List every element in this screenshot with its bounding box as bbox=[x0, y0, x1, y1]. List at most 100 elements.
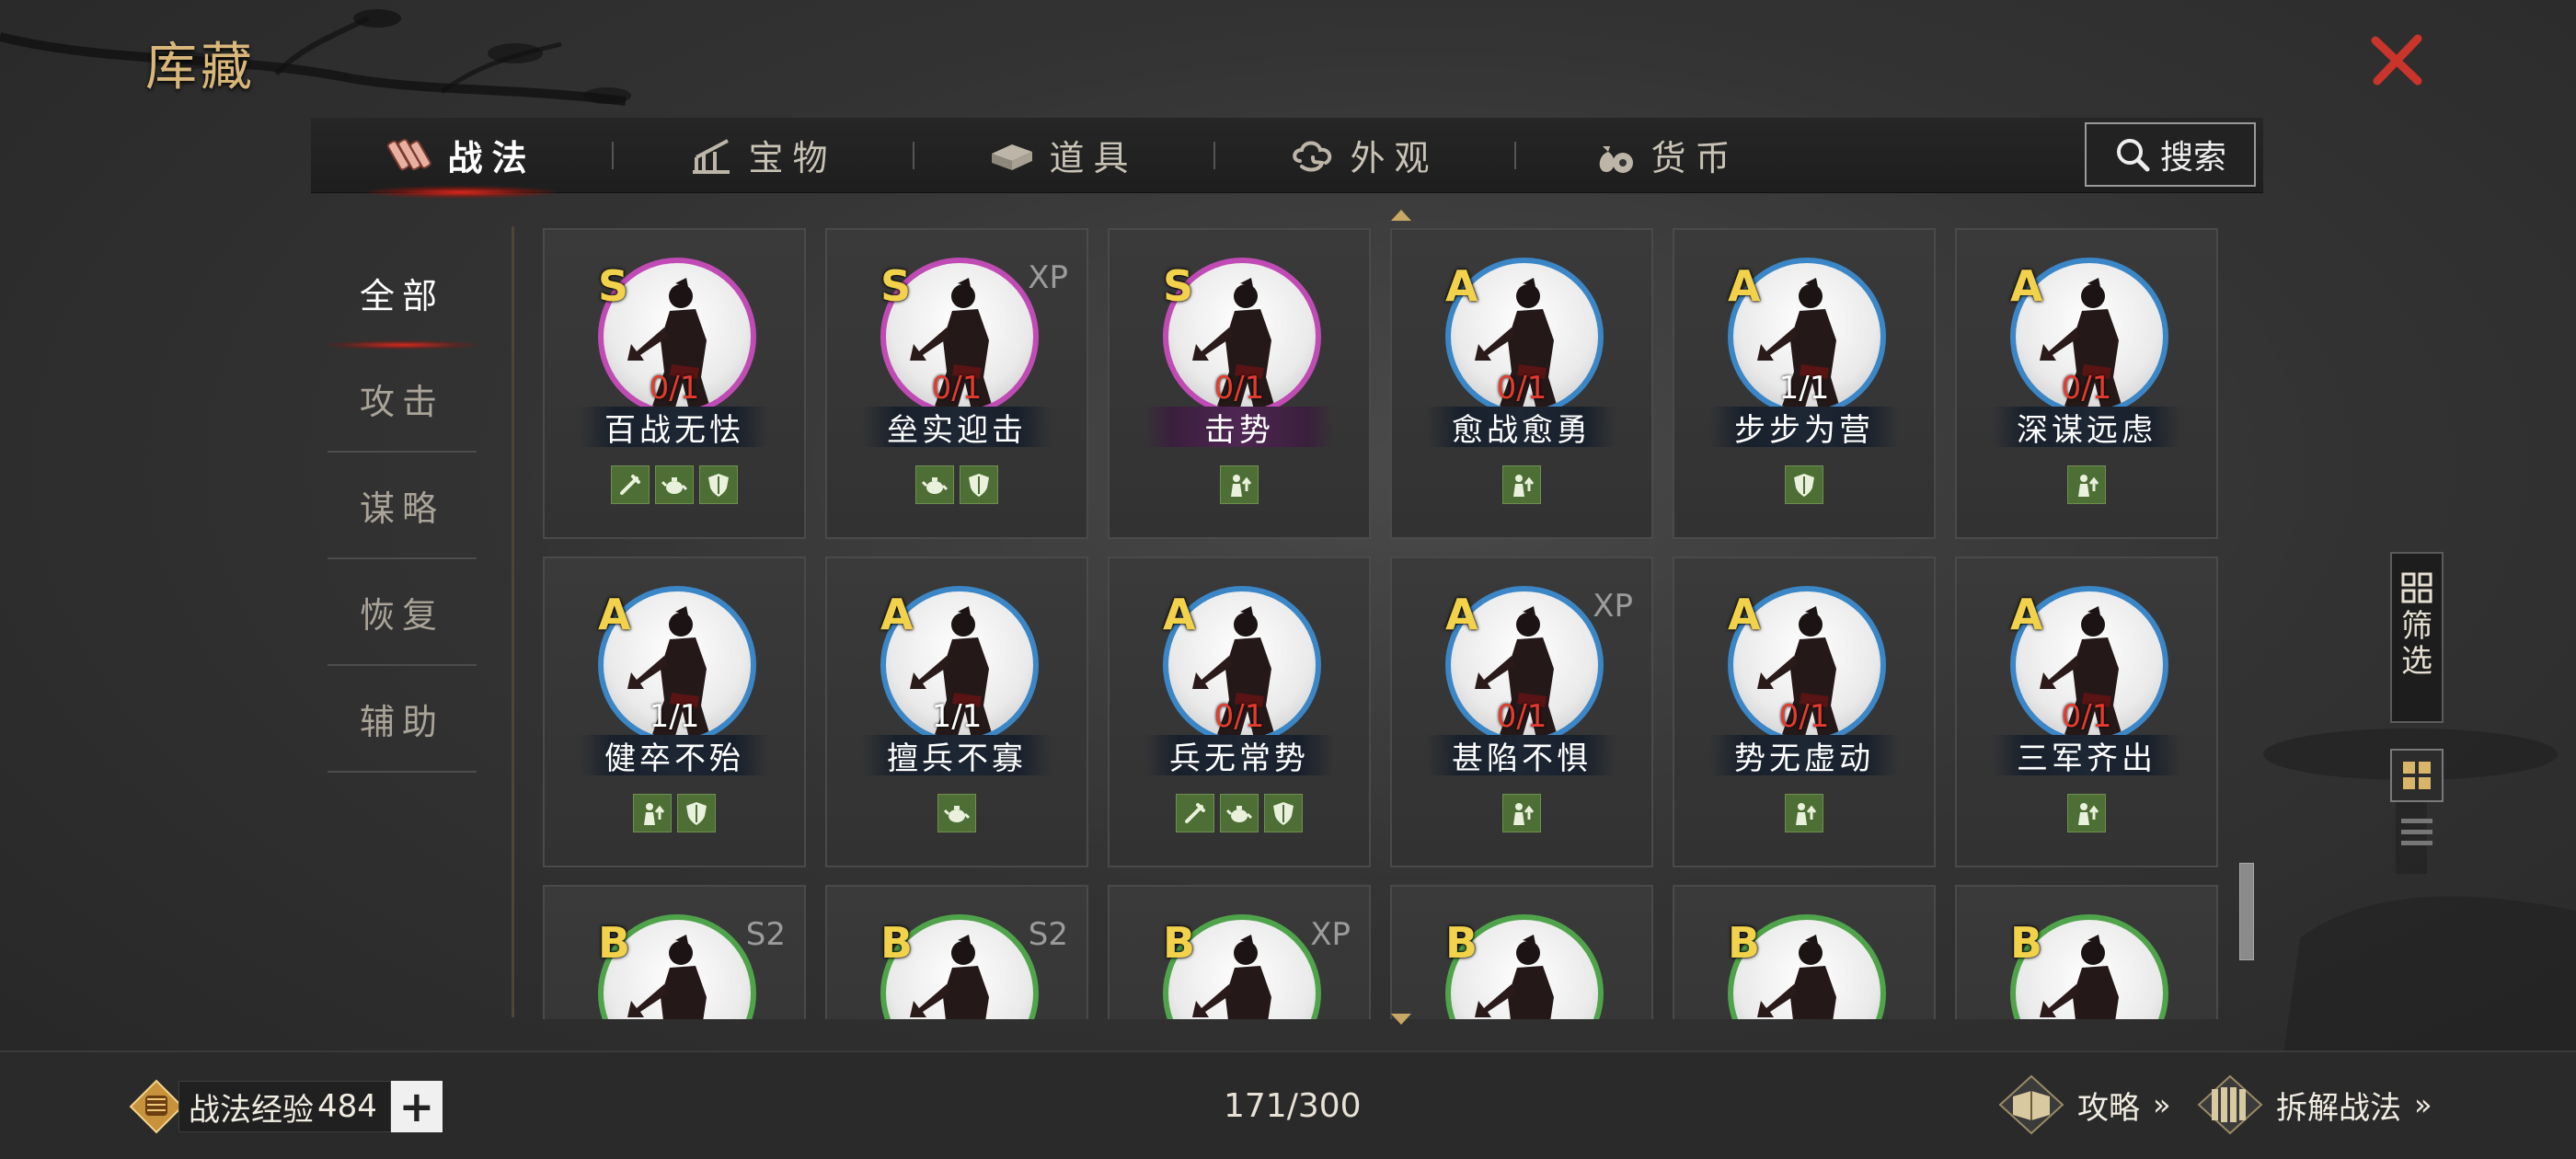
tactics-grid-viewport[interactable]: S 0/1 百战无怯 S XP 0/1 垒实迎击 S 0/1 击势 A 0/1 愈战愈勇 A 1/1 步步为营… bbox=[543, 228, 2226, 1019]
category-attack[interactable]: 攻击 bbox=[328, 346, 477, 453]
tactics-capacity: 171/300 bbox=[1224, 1087, 1362, 1125]
soldier-up-icon bbox=[633, 794, 672, 832]
category-label: 全部 bbox=[359, 275, 444, 316]
effect-badges bbox=[1110, 794, 1369, 832]
tactic-card[interactable]: A 0/1 兵无常势 bbox=[1108, 557, 1371, 867]
chest-icon bbox=[992, 143, 1033, 170]
tactic-name: 健卒不殆 bbox=[604, 740, 744, 777]
teapot-icon bbox=[1220, 794, 1259, 832]
sword-icon bbox=[1176, 794, 1214, 832]
tactic-card[interactable]: B bbox=[1955, 885, 2218, 1019]
tactic-card[interactable]: A XP 0/1 甚陷不惧 bbox=[1390, 557, 1653, 867]
effect-badges bbox=[827, 465, 1087, 504]
scrollbar-thumb[interactable] bbox=[2239, 863, 2254, 960]
grade-badge: A bbox=[1728, 261, 1761, 311]
tactic-card[interactable]: B bbox=[1673, 885, 1936, 1019]
owned-count: 0/1 bbox=[1496, 370, 1547, 407]
tactic-card[interactable]: A 0/1 势无虚动 bbox=[1673, 557, 1936, 867]
teapot-icon bbox=[655, 465, 694, 504]
cloud-swirl-icon bbox=[1293, 141, 1332, 171]
season-tag: S2 bbox=[1028, 916, 1068, 953]
page-title: 库藏 bbox=[145, 38, 256, 98]
effect-badges bbox=[1674, 465, 1934, 504]
tactic-card[interactable]: B S2 bbox=[825, 885, 1088, 1019]
grade-badge: S bbox=[880, 261, 912, 311]
tab-treasure[interactable]: 宝物 bbox=[612, 118, 913, 193]
owned-count: 0/1 bbox=[2061, 698, 2112, 735]
owned-count: 1/1 bbox=[1778, 370, 1830, 407]
category-label: 攻击 bbox=[359, 381, 444, 422]
tab-bar: 战法 宝物 道具 外观 货币 搜索 bbox=[311, 118, 2263, 199]
grade-badge: B bbox=[880, 918, 914, 968]
tactic-name: 步步为营 bbox=[1734, 411, 1874, 449]
tab-appearance[interactable]: 外观 bbox=[1213, 118, 1514, 193]
teapot-icon bbox=[937, 794, 976, 832]
name-plate: 兵无常势 bbox=[1144, 735, 1334, 777]
name-plate: 百战无怯 bbox=[580, 407, 769, 449]
category-all[interactable]: 全部 bbox=[328, 239, 477, 350]
grid-view-toggle[interactable] bbox=[2390, 749, 2444, 802]
tab-label: 道具 bbox=[1049, 138, 1138, 178]
owned-count: 1/1 bbox=[649, 698, 700, 735]
effect-badges bbox=[545, 465, 804, 504]
tactic-card[interactable]: A 1/1 步步为营 bbox=[1673, 228, 1936, 539]
effect-badges bbox=[1674, 794, 1934, 832]
tactic-card[interactable]: B XP bbox=[1108, 885, 1371, 1019]
owned-count: 0/1 bbox=[649, 370, 700, 407]
money-bag-icon bbox=[1600, 145, 1634, 173]
name-plate: 愈战愈勇 bbox=[1427, 407, 1616, 449]
tactic-card[interactable]: S 0/1 百战无怯 bbox=[543, 228, 806, 539]
name-plate: 深谋远虑 bbox=[1992, 407, 2181, 449]
tactic-card[interactable]: B bbox=[1390, 885, 1653, 1019]
tab-currency[interactable]: 货币 bbox=[1514, 118, 1815, 193]
tactic-card[interactable]: B S2 bbox=[543, 885, 806, 1019]
tactic-card[interactable]: S XP 0/1 垒实迎击 bbox=[825, 228, 1088, 539]
name-plate: 甚陷不惧 bbox=[1427, 735, 1616, 777]
filter-button[interactable]: 筛选 bbox=[2390, 552, 2444, 723]
shield-icon bbox=[677, 794, 716, 832]
season-tag: S2 bbox=[745, 916, 786, 953]
shield-icon bbox=[699, 465, 738, 504]
guide-button[interactable]: 攻略 » bbox=[1998, 1074, 2170, 1135]
tab-items[interactable]: 道具 bbox=[913, 118, 1213, 193]
grade-badge: A bbox=[1163, 590, 1196, 639]
bamboo-scroll-icon bbox=[2197, 1074, 2263, 1135]
soldier-up-icon bbox=[1220, 465, 1259, 504]
tactic-card[interactable]: A 0/1 愈战愈勇 bbox=[1390, 228, 1653, 539]
scroll-down-arrow-icon[interactable] bbox=[1389, 1012, 1413, 1027]
close-button[interactable] bbox=[2360, 28, 2433, 92]
search-label: 搜索 bbox=[2159, 139, 2226, 177]
effect-badges bbox=[1957, 465, 2216, 504]
soldier-up-icon bbox=[1785, 794, 1823, 832]
tactic-card[interactable]: S 0/1 击势 bbox=[1108, 228, 1371, 539]
tactic-name: 三军齐出 bbox=[2017, 740, 2156, 777]
warrior-silhouette-icon bbox=[1475, 935, 1554, 1019]
tab-tactics[interactable]: 战法 bbox=[311, 118, 612, 199]
scroll-up-arrow-icon[interactable] bbox=[1389, 208, 1413, 223]
owned-count: 0/1 bbox=[1213, 698, 1265, 735]
category-recovery[interactable]: 恢复 bbox=[328, 559, 477, 666]
tactic-card[interactable]: A 0/1 三军齐出 bbox=[1955, 557, 2218, 867]
grade-badge: B bbox=[1728, 918, 1761, 968]
name-plate: 步步为营 bbox=[1709, 407, 1899, 449]
warrior-silhouette-icon bbox=[627, 935, 707, 1019]
decompose-tactics-button[interactable]: 拆解战法 » bbox=[2197, 1074, 2432, 1135]
add-exp-button[interactable]: + bbox=[390, 1081, 443, 1132]
category-strategy[interactable]: 谋略 bbox=[328, 453, 477, 559]
grade-badge: B bbox=[1445, 918, 1478, 968]
warrior-silhouette-icon bbox=[2040, 935, 2119, 1019]
grade-badge: A bbox=[1445, 590, 1478, 639]
tactic-card[interactable]: A 1/1 擅兵不寡 bbox=[825, 557, 1088, 867]
search-icon bbox=[2116, 139, 2150, 172]
name-plate: 擅兵不寡 bbox=[862, 735, 1052, 777]
owned-count: 0/1 bbox=[1778, 698, 1830, 735]
warrior-silhouette-icon bbox=[1192, 935, 1271, 1019]
filter-label: 筛选 bbox=[2401, 608, 2432, 680]
tactic-card[interactable]: A 1/1 健卒不殆 bbox=[543, 557, 806, 867]
category-support[interactable]: 辅助 bbox=[328, 666, 477, 773]
tactic-card[interactable]: A 0/1 深谋远虑 bbox=[1955, 228, 2218, 539]
grade-badge: S bbox=[1163, 261, 1194, 311]
search-button[interactable]: 搜索 bbox=[2085, 122, 2256, 187]
list-view-icon[interactable] bbox=[2398, 813, 2436, 852]
scrollbar[interactable] bbox=[2239, 228, 2256, 1019]
